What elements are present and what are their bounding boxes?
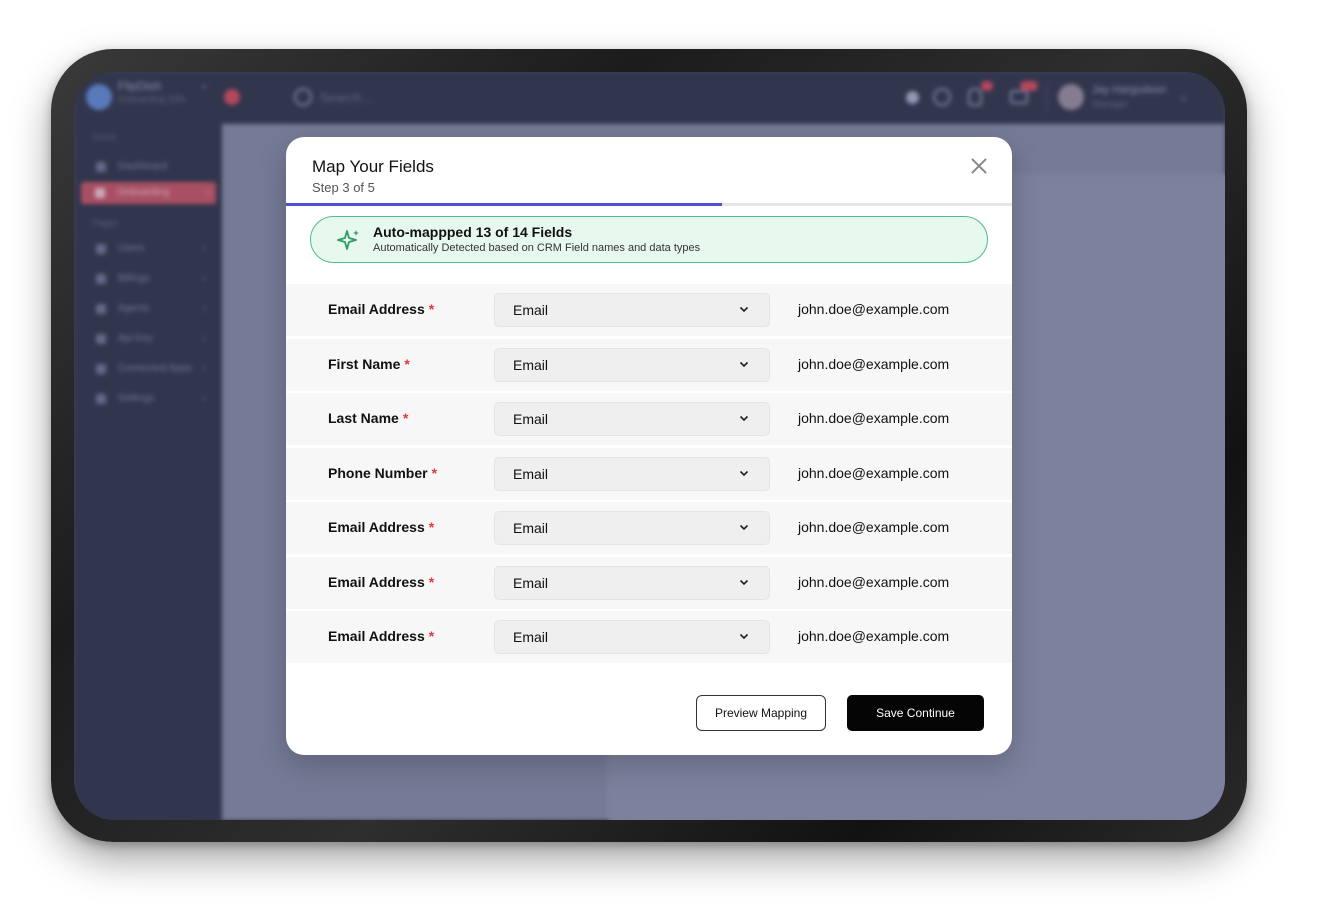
sample-value: john.doe@example.com xyxy=(798,519,950,535)
field-row: Email Address * Email john.doe@example.co… xyxy=(286,611,1012,663)
save-continue-button[interactable]: Save Continue xyxy=(847,695,984,731)
required-marker: * xyxy=(428,519,435,535)
field-mapping-list: Email Address * Email john.doe@example.co… xyxy=(286,284,1012,666)
banner-title: Auto-mappped 13 of 14 Fields xyxy=(373,224,573,240)
chevron-down-icon xyxy=(739,415,749,422)
map-fields-modal: Map Your Fields Step 3 of 5 Auto-mappped… xyxy=(286,137,1012,755)
field-select[interactable]: Email xyxy=(494,456,770,491)
field-label-text: Email Address xyxy=(328,628,425,644)
chevron-down-icon xyxy=(739,524,749,531)
field-label-text: First Name xyxy=(328,355,401,372)
field-label-text: Email Address xyxy=(328,519,425,535)
required-marker: * xyxy=(402,410,409,426)
sample-value: john.doe@example.com xyxy=(798,464,950,481)
preview-mapping-button[interactable]: Preview Mapping xyxy=(696,695,826,731)
sample-value: john.doe@example.com xyxy=(798,355,950,372)
banner-subtitle: Automatically Detected based on CRM Fiel… xyxy=(373,242,701,254)
required-marker: * xyxy=(428,628,435,644)
chevron-down-icon xyxy=(739,633,749,640)
sparkle-icon xyxy=(337,230,359,250)
field-label-text: Last Name xyxy=(328,410,399,426)
sample-value: john.doe@example.com xyxy=(798,573,950,590)
select-value: Email xyxy=(513,574,549,591)
chevron-down-icon xyxy=(739,579,749,585)
field-label-text: Phone Number xyxy=(328,464,428,481)
select-value: Email xyxy=(513,411,549,427)
sample-value: john.doe@example.com xyxy=(798,410,950,426)
select-value: Email xyxy=(513,302,549,318)
field-select[interactable]: Email xyxy=(494,565,770,600)
field-label: Email Address * xyxy=(328,628,434,644)
required-marker: * xyxy=(428,301,435,317)
select-value: Email xyxy=(513,465,549,482)
field-label: Phone Number * xyxy=(328,465,437,481)
field-select[interactable]: Email xyxy=(494,293,770,327)
field-label: Last Name * xyxy=(328,410,408,426)
chevron-down-icon xyxy=(739,470,749,476)
close-icon[interactable] xyxy=(966,153,992,179)
field-select[interactable]: Email xyxy=(494,620,770,654)
select-value: Email xyxy=(513,520,549,536)
select-value: Email xyxy=(513,629,549,645)
field-select[interactable]: Email xyxy=(494,347,770,382)
required-marker: * xyxy=(428,573,435,590)
select-value: Email xyxy=(513,356,549,373)
progress-bar xyxy=(286,203,1012,206)
field-label: Email Address * xyxy=(328,574,434,590)
auto-mapped-banner: Auto-mappped 13 of 14 Fields Automatical… xyxy=(310,216,988,263)
field-row: Phone Number * Email john.doe@example.com xyxy=(286,447,1012,500)
field-select[interactable]: Email xyxy=(494,402,770,436)
field-label: First Name * xyxy=(328,356,410,372)
field-label-text: Email Address xyxy=(328,301,425,317)
field-row: Email Address * Email john.doe@example.co… xyxy=(286,284,1012,336)
required-marker: * xyxy=(404,355,410,372)
modal-title: Map Your Fields xyxy=(312,157,434,176)
field-row: Email Address * Email john.doe@example.co… xyxy=(286,556,1012,609)
field-label: Email Address * xyxy=(328,519,434,535)
required-marker: * xyxy=(431,464,438,481)
sample-value: john.doe@example.com xyxy=(798,301,950,317)
sample-value: john.doe@example.com xyxy=(798,628,950,644)
field-select[interactable]: Email xyxy=(494,511,770,545)
chevron-down-icon xyxy=(739,306,749,313)
chevron-down-icon xyxy=(739,361,749,367)
field-label: Email Address * xyxy=(328,301,434,317)
step-indicator: Step 3 of 5 xyxy=(312,180,375,195)
field-row: Last Name * Email john.doe@example.com xyxy=(286,393,1012,445)
progress-fill xyxy=(286,203,722,206)
field-row: First Name * Email john.doe@example.com xyxy=(286,338,1012,391)
field-label-text: Email Address xyxy=(328,573,425,590)
field-row: Email Address * Email john.doe@example.co… xyxy=(286,502,1012,554)
